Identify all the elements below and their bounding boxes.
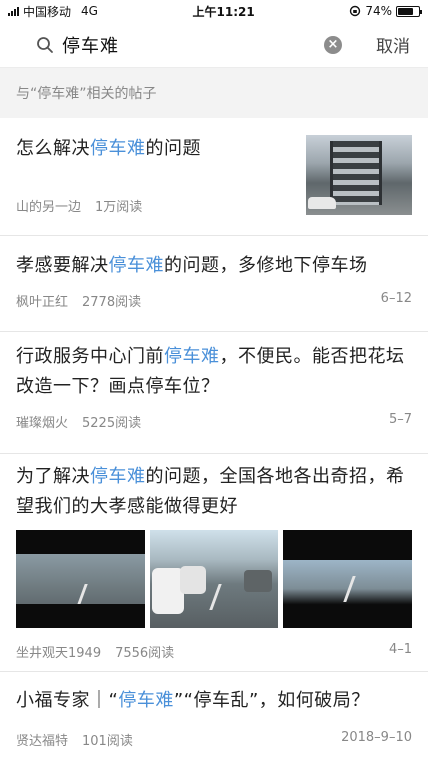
carrier-label: 中国移动 bbox=[23, 4, 72, 19]
battery-fill bbox=[397, 7, 413, 15]
post-reads: 5225阅读 bbox=[82, 416, 142, 431]
post-author: 坐井观天1949 bbox=[16, 646, 102, 661]
post-date: 6–12 bbox=[380, 291, 412, 306]
post-meta: 坐井观天1949 7556阅读 4–1 bbox=[16, 642, 412, 661]
post-item[interactable]: 怎么解决停车难的问题 山的另一边 1万阅读 bbox=[0, 118, 428, 236]
post-thumbnail[interactable] bbox=[306, 135, 412, 215]
post-feed: 怎么解决停车难的问题 山的另一边 1万阅读 孝感要解决停车难的问题，多修地下停车场… bbox=[0, 118, 428, 762]
clock: 上午11:21 bbox=[192, 4, 255, 19]
post-title: 孝感要解决停车难的问题，多修地下停车场 bbox=[16, 255, 368, 276]
post-item[interactable]: 小福专家｜“停车难”“停车乱”，如何破局？ 贤达福特 101阅读 2018–9–1… bbox=[0, 672, 428, 762]
status-right: 74% bbox=[349, 4, 422, 18]
rotation-lock-icon bbox=[350, 5, 361, 17]
post-date: 4–1 bbox=[388, 642, 412, 657]
post-item[interactable]: 行政服务中心门前停车难，不便民。能否把花坛改造一下？画点停车位？ 璀璨烟火 522… bbox=[0, 332, 428, 454]
post-meta: 贤达福特 101阅读 2018–9–10 bbox=[16, 730, 412, 749]
battery-percent: 74% bbox=[365, 4, 392, 18]
post-image[interactable] bbox=[16, 530, 145, 628]
search-input[interactable]: 停车难 bbox=[62, 32, 316, 58]
post-author: 璀璨烟火 bbox=[16, 416, 69, 431]
search-bar: 停车难 × 取消 bbox=[0, 22, 428, 68]
post-item[interactable]: 孝感要解决停车难的问题，多修地下停车场 枫叶正红 2778阅读 6–12 bbox=[0, 236, 428, 332]
post-title: 小福专家｜“停车难”“停车乱”，如何破局？ bbox=[16, 690, 370, 711]
post-title: 为了解决停车难的问题，全国各地各出奇招，希望我们的大孝感能做得更好 bbox=[16, 466, 405, 517]
search-icon bbox=[37, 36, 53, 53]
search-field[interactable]: 停车难 × bbox=[28, 29, 352, 61]
post-image-gallery bbox=[16, 530, 413, 628]
post-reads: 7556阅读 bbox=[115, 646, 175, 661]
status-bar: 中国移动 4G 上午11:21 74% bbox=[0, 0, 428, 22]
post-reads: 1万阅读 bbox=[95, 200, 143, 215]
post-date: 5–7 bbox=[388, 412, 412, 427]
related-posts-label: 与“停车难”相关的帖子 bbox=[16, 86, 157, 102]
battery-icon bbox=[395, 5, 422, 17]
post-title: 行政服务中心门前停车难，不便民。能否把花坛改造一下？画点停车位？ bbox=[16, 346, 405, 397]
post-date: 2018–9–10 bbox=[341, 730, 412, 745]
post-author: 枫叶正红 bbox=[16, 295, 69, 310]
clear-search-icon[interactable]: × bbox=[324, 35, 342, 54]
post-image[interactable] bbox=[149, 530, 279, 628]
post-image[interactable] bbox=[283, 530, 413, 628]
post-title: 怎么解决停车难的问题 bbox=[16, 138, 201, 159]
post-meta: 山的另一边 1万阅读 bbox=[16, 196, 142, 215]
post-item[interactable]: 为了解决停车难的问题，全国各地各出奇招，希望我们的大孝感能做得更好 坐井观天19… bbox=[0, 454, 428, 672]
post-meta: 枫叶正红 2778阅读 6–12 bbox=[16, 291, 412, 310]
related-posts-header: 与“停车难”相关的帖子 bbox=[0, 68, 428, 118]
cancel-button[interactable]: 取消 bbox=[352, 32, 420, 57]
post-author: 贤达福特 bbox=[16, 734, 69, 749]
status-left: 中国移动 4G bbox=[8, 3, 98, 20]
post-reads: 101阅读 bbox=[82, 734, 133, 749]
post-author: 山的另一边 bbox=[16, 200, 82, 215]
post-meta: 璀璨烟火 5225阅读 5–7 bbox=[16, 412, 412, 431]
post-reads: 2778阅读 bbox=[82, 295, 142, 310]
signal-icon bbox=[8, 6, 19, 16]
network-label: 4G bbox=[81, 4, 98, 18]
